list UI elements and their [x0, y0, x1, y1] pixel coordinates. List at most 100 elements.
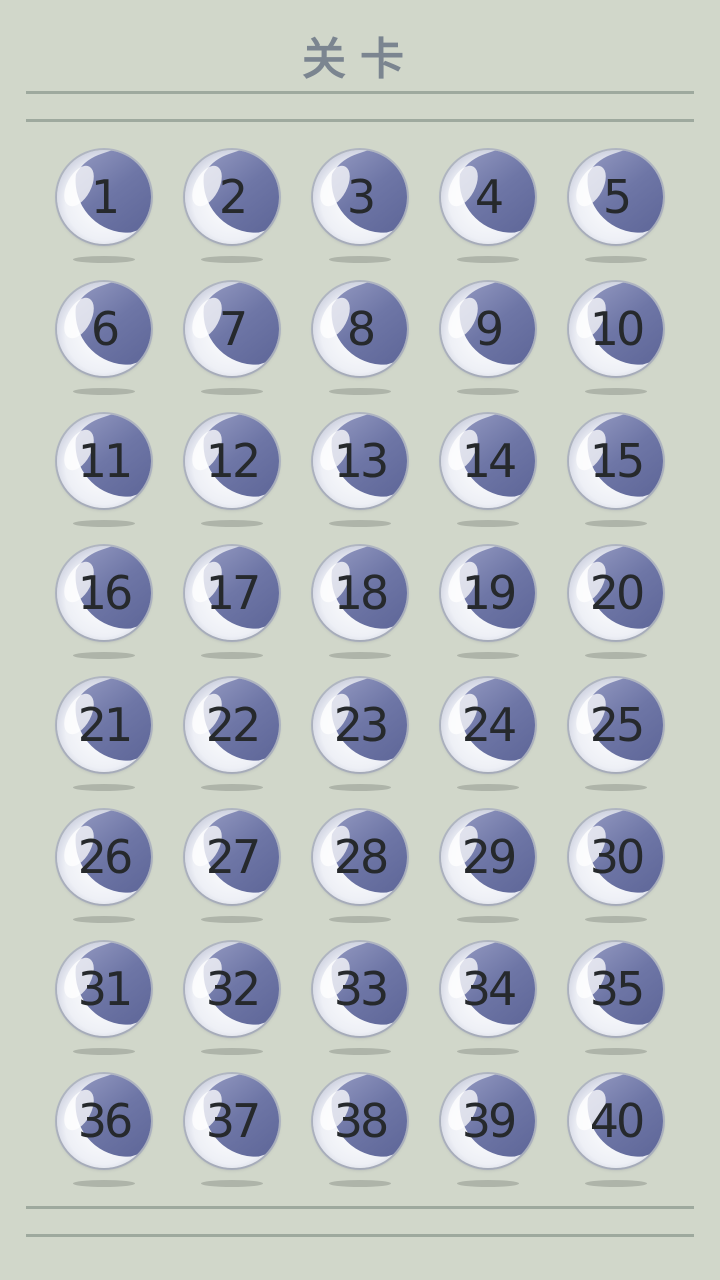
- ball-shadow: [585, 652, 647, 659]
- level-button-12[interactable]: 12: [183, 414, 311, 546]
- ball-shadow: [457, 1048, 519, 1055]
- ball-shadow: [457, 1180, 519, 1187]
- ball-shadow: [585, 1180, 647, 1187]
- ball-shadow: [73, 1180, 135, 1187]
- level-number: 25: [589, 698, 646, 752]
- ball-shadow: [329, 256, 391, 263]
- ball-shadow: [329, 388, 391, 395]
- level-button-29[interactable]: 29: [439, 810, 567, 942]
- level-button-28[interactable]: 28: [311, 810, 439, 942]
- ball-shadow: [329, 1048, 391, 1055]
- level-button-8[interactable]: 8: [311, 282, 439, 414]
- footer-divider-top: [26, 1206, 694, 1209]
- level-button-9[interactable]: 9: [439, 282, 567, 414]
- level-number: 20: [589, 566, 646, 620]
- level-button-38[interactable]: 38: [311, 1074, 439, 1206]
- level-button-2[interactable]: 2: [183, 150, 311, 282]
- ball-shadow: [201, 256, 263, 263]
- level-button-22[interactable]: 22: [183, 678, 311, 810]
- level-number: 13: [333, 434, 390, 488]
- level-button-17[interactable]: 17: [183, 546, 311, 678]
- level-button-35[interactable]: 35: [567, 942, 695, 1074]
- footer-divider-bottom: [26, 1234, 694, 1237]
- level-number: 15: [589, 434, 646, 488]
- ball-shadow: [201, 916, 263, 923]
- level-number: 34: [461, 962, 518, 1016]
- ball-shadow: [457, 652, 519, 659]
- level-button-6[interactable]: 6: [55, 282, 183, 414]
- ball-shadow: [329, 784, 391, 791]
- level-button-25[interactable]: 25: [567, 678, 695, 810]
- level-button-21[interactable]: 21: [55, 678, 183, 810]
- level-number: 4: [474, 170, 504, 224]
- level-button-23[interactable]: 23: [311, 678, 439, 810]
- level-button-3[interactable]: 3: [311, 150, 439, 282]
- ball-shadow: [457, 784, 519, 791]
- level-number: 1: [90, 170, 120, 224]
- ball-shadow: [329, 916, 391, 923]
- level-number: 37: [205, 1094, 262, 1148]
- level-button-24[interactable]: 24: [439, 678, 567, 810]
- level-button-34[interactable]: 34: [439, 942, 567, 1074]
- level-number: 40: [589, 1094, 646, 1148]
- level-number: 28: [333, 830, 390, 884]
- level-button-10[interactable]: 10: [567, 282, 695, 414]
- level-button-39[interactable]: 39: [439, 1074, 567, 1206]
- level-button-37[interactable]: 37: [183, 1074, 311, 1206]
- level-number: 35: [589, 962, 646, 1016]
- level-number: 36: [77, 1094, 134, 1148]
- ball-shadow: [585, 1048, 647, 1055]
- ball-shadow: [73, 652, 135, 659]
- level-button-31[interactable]: 31: [55, 942, 183, 1074]
- level-number: 18: [333, 566, 390, 620]
- level-button-7[interactable]: 7: [183, 282, 311, 414]
- ball-shadow: [457, 256, 519, 263]
- level-button-33[interactable]: 33: [311, 942, 439, 1074]
- level-button-5[interactable]: 5: [567, 150, 695, 282]
- level-number: 38: [333, 1094, 390, 1148]
- header-divider-top: [26, 91, 694, 94]
- level-button-26[interactable]: 26: [55, 810, 183, 942]
- ball-shadow: [585, 520, 647, 527]
- level-number: 10: [589, 302, 646, 356]
- ball-shadow: [73, 916, 135, 923]
- level-button-30[interactable]: 30: [567, 810, 695, 942]
- level-number: 26: [77, 830, 134, 884]
- level-button-1[interactable]: 1: [55, 150, 183, 282]
- level-number: 32: [205, 962, 262, 1016]
- level-button-11[interactable]: 11: [55, 414, 183, 546]
- level-button-36[interactable]: 36: [55, 1074, 183, 1206]
- level-button-15[interactable]: 15: [567, 414, 695, 546]
- level-button-13[interactable]: 13: [311, 414, 439, 546]
- ball-shadow: [457, 916, 519, 923]
- ball-shadow: [201, 388, 263, 395]
- level-button-16[interactable]: 16: [55, 546, 183, 678]
- ball-shadow: [201, 1180, 263, 1187]
- header-divider-bottom: [26, 119, 694, 122]
- ball-shadow: [329, 652, 391, 659]
- level-button-18[interactable]: 18: [311, 546, 439, 678]
- level-button-4[interactable]: 4: [439, 150, 567, 282]
- ball-shadow: [201, 1048, 263, 1055]
- level-button-40[interactable]: 40: [567, 1074, 695, 1206]
- level-number: 9: [474, 302, 504, 356]
- level-button-27[interactable]: 27: [183, 810, 311, 942]
- ball-shadow: [201, 520, 263, 527]
- page-title: 关卡: [302, 34, 418, 85]
- level-number: 30: [589, 830, 646, 884]
- level-button-20[interactable]: 20: [567, 546, 695, 678]
- level-number: 23: [333, 698, 390, 752]
- level-button-14[interactable]: 14: [439, 414, 567, 546]
- ball-shadow: [585, 256, 647, 263]
- level-button-19[interactable]: 19: [439, 546, 567, 678]
- level-number: 5: [602, 170, 632, 224]
- level-number: 16: [77, 566, 134, 620]
- ball-shadow: [201, 784, 263, 791]
- ball-shadow: [457, 520, 519, 527]
- level-button-32[interactable]: 32: [183, 942, 311, 1074]
- level-number: 33: [333, 962, 390, 1016]
- level-number: 3: [346, 170, 376, 224]
- ball-shadow: [585, 916, 647, 923]
- level-number: 17: [205, 566, 262, 620]
- ball-shadow: [585, 784, 647, 791]
